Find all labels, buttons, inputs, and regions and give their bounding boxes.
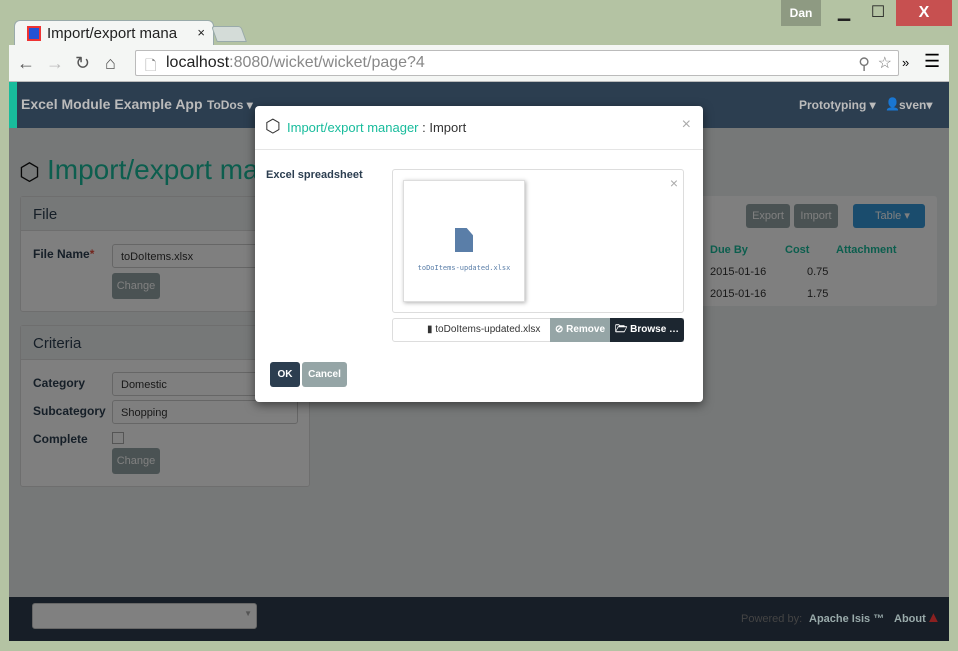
ok-button[interactable]: OK	[270, 362, 300, 387]
file-preview-area: toDoItems-updated.xlsx ×	[392, 169, 684, 313]
tab-close-icon[interactable]: ×	[197, 25, 205, 40]
bookmark-star-icon[interactable]: ☆	[878, 53, 892, 73]
remove-button[interactable]: ⊘ Remove	[550, 318, 610, 342]
home-icon[interactable]: ⌂	[105, 53, 116, 74]
address-bar[interactable]: 🗋 localhost:8080/wicket/wicket/page?4 ⚲ …	[135, 50, 899, 76]
maximize-button[interactable]: ☐	[862, 0, 894, 26]
browse-button[interactable]: 🗁 Browse …	[610, 318, 684, 342]
user-icon: 👤	[885, 97, 900, 111]
cancel-button[interactable]: Cancel	[302, 362, 347, 387]
back-icon[interactable]: ←	[17, 53, 35, 74]
zoom-icon[interactable]: ⚲	[858, 54, 870, 74]
menu-icon[interactable]: ☰	[924, 51, 940, 72]
minimize-button[interactable]: ▁	[828, 0, 860, 26]
powered-by-label: Powered by:	[741, 613, 803, 625]
forward-icon[interactable]: →	[46, 53, 64, 74]
url-path: :8080/wicket/wicket/page?4	[229, 54, 425, 71]
url-host: localhost	[166, 54, 230, 71]
footer: ▼ Powered by: Apache Isis ™ About ▲	[9, 597, 949, 641]
file-preview-thumbnail: toDoItems-updated.xlsx	[403, 180, 525, 302]
tab-title: Import/export mana	[47, 25, 178, 42]
about-link[interactable]: About	[894, 613, 926, 625]
cube-icon: ⬡	[265, 116, 281, 136]
brand[interactable]: Excel Module Example App	[21, 96, 203, 112]
favicon-icon	[27, 26, 41, 41]
menu-todos[interactable]: ToDos ▾	[207, 98, 253, 112]
menu-user[interactable]: sven▾	[899, 98, 932, 112]
footer-select[interactable]: ▼	[32, 603, 257, 629]
modal-close-button[interactable]: ×	[682, 116, 691, 134]
folder-open-icon: 🗁	[614, 324, 628, 335]
preview-close-icon[interactable]: ×	[670, 175, 678, 191]
selected-file: ▮ toDoItems-updated.xlsx	[427, 324, 541, 335]
divider	[255, 149, 703, 150]
apache-isis-link[interactable]: Apache Isis ™	[809, 613, 884, 625]
excel-spreadsheet-label: Excel spreadsheet	[266, 169, 363, 181]
close-window-button[interactable]: X	[896, 0, 952, 26]
reload-icon[interactable]: ↻	[75, 53, 90, 74]
warning-icon: ▲	[926, 609, 941, 626]
profile-user-button[interactable]: Dan	[781, 0, 821, 26]
modal-title-link[interactable]: Import/export manager	[287, 120, 419, 135]
new-tab-button[interactable]	[211, 26, 247, 42]
import-modal: ⬡ Import/export manager : Import × Excel…	[255, 106, 703, 402]
extensions-overflow[interactable]: »	[902, 55, 909, 70]
navbar-accent	[9, 82, 17, 128]
menu-prototyping[interactable]: Prototyping ▾	[799, 98, 876, 112]
modal-title: Import/export manager : Import	[287, 120, 467, 135]
browser-toolbar: ← → ↻ ⌂ 🗋 localhost:8080/wicket/wicket/p…	[9, 45, 949, 82]
preview-filename: toDoItems-updated.xlsx	[417, 264, 511, 272]
browser-tab[interactable]: Import/export mana ×	[14, 20, 214, 46]
page-icon: 🗋	[145, 57, 157, 73]
file-icon	[455, 228, 473, 252]
